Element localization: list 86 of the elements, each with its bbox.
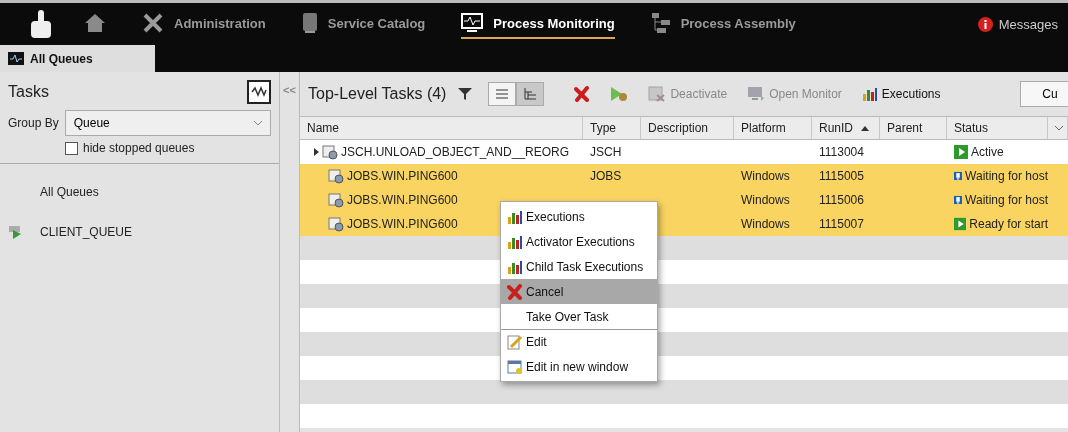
column-header[interactable]: RunID: [812, 117, 880, 139]
menu-item[interactable]: Child Task Executions: [501, 254, 657, 279]
task-name: JOBS.WIN.PING600: [347, 193, 458, 207]
status-text: Active: [971, 145, 1004, 159]
messages-link[interactable]: Messages: [977, 16, 1068, 32]
status-text: Waiting for host: [965, 193, 1048, 207]
menu-item[interactable]: Take Over Task: [501, 304, 657, 329]
bar-chart-icon: [507, 234, 523, 249]
play-icon: [610, 86, 629, 102]
play-icon: [954, 145, 968, 159]
task-name: JSCH.UNLOAD_OBJECT_AND__REORG: [341, 145, 570, 159]
book-icon: [301, 12, 318, 34]
status-text: Ready for start: [969, 217, 1048, 231]
task-name: JOBS.WIN.PING600: [347, 169, 458, 183]
menu-item[interactable]: Edit in new window: [501, 354, 657, 379]
toolbar-button[interactable]: Cu: [1020, 81, 1068, 107]
chart-button[interactable]: [247, 80, 271, 104]
task-icon: [328, 216, 344, 232]
nav-item[interactable]: Service Catalog: [301, 9, 426, 39]
play-icon: [954, 217, 967, 231]
chevron-icon: [253, 120, 262, 126]
menu-item[interactable]: Executions: [501, 204, 657, 229]
tab[interactable]: All Queues: [0, 45, 155, 72]
hierarchy-icon: [650, 12, 671, 34]
host-icon: [954, 193, 963, 207]
caret-right-icon[interactable]: [313, 148, 319, 156]
window-icon: [507, 358, 523, 375]
bar-chart-icon: [861, 87, 878, 101]
toolbar-button[interactable]: Executions: [855, 87, 947, 101]
tree-icon: [524, 88, 537, 100]
type-text: JOBS: [590, 169, 622, 183]
menu-item[interactable]: Activator Executions: [501, 229, 657, 254]
logo-icon: [28, 9, 54, 39]
nav-item[interactable]: Process Monitoring: [461, 9, 615, 39]
column-header[interactable]: Description: [641, 117, 734, 139]
group-by-label: Group By: [8, 116, 59, 130]
nav-item[interactable]: Process Assembly: [650, 9, 796, 39]
chevron-icon[interactable]: [1055, 125, 1063, 131]
close-icon: [507, 283, 523, 300]
view-toggle[interactable]: [488, 82, 517, 106]
column-header[interactable]: Parent: [880, 117, 947, 139]
nav-item[interactable]: Administration: [142, 9, 266, 39]
task-icon: [322, 144, 338, 160]
info-icon: [977, 16, 993, 32]
menu-item[interactable]: Cancel: [501, 279, 657, 304]
view-toggle[interactable]: [516, 82, 545, 106]
menu-item[interactable]: Edit: [501, 329, 657, 354]
bar-chart-icon: [507, 209, 523, 224]
table-row[interactable]: JSCH.UNLOAD_OBJECT_AND__REORG JSCH 1113004 Active: [300, 140, 1068, 164]
runid-text: 1115007: [819, 217, 864, 231]
host-icon: [954, 169, 963, 183]
filter-icon[interactable]: [458, 87, 473, 101]
platform-text: Windows: [741, 169, 790, 183]
column-header[interactable]: Name: [300, 117, 583, 139]
task-icon: [328, 192, 344, 208]
table-row[interactable]: JOBS.WIN.PING600 JOBS Windows 1115005 Waiting for host: [300, 164, 1068, 188]
panel-title: Tasks: [8, 83, 49, 101]
type-text: JSCH: [590, 145, 622, 159]
column-header[interactable]: Type: [583, 117, 641, 139]
wave-icon: [251, 85, 267, 99]
column-header[interactable]: Platform: [734, 117, 812, 139]
monitor-icon: [461, 13, 484, 33]
pencil-icon: [507, 334, 523, 350]
status-text: Waiting for host: [965, 169, 1048, 183]
runid-text: 1113004: [819, 145, 864, 159]
runid-text: 1115006: [819, 193, 864, 207]
task-icon: [328, 168, 344, 184]
deactivate-icon: [648, 86, 667, 102]
monitor-icon: [8, 52, 24, 65]
list-icon: [496, 89, 509, 99]
group-by-select[interactable]: Queue: [64, 110, 271, 136]
task-name: JOBS.WIN.PING600: [347, 217, 458, 231]
sort-icon: [861, 125, 869, 131]
queue-item[interactable]: All Queues: [0, 172, 279, 212]
platform-text: Windows: [741, 217, 790, 231]
hide-stopped-checkbox[interactable]: hide stopped queues: [0, 140, 279, 163]
table-title: Top-Level Tasks (4): [308, 85, 447, 103]
queue-item[interactable]: CLIENT_QUEUE: [0, 212, 279, 252]
runid-text: 1115005: [819, 169, 864, 183]
home-icon: [84, 13, 106, 33]
column-header[interactable]: Status: [947, 117, 1048, 139]
table-row[interactable]: JOBS.WIN.PING600 Windows 1115006 Waiting for host: [300, 188, 1068, 212]
bar-chart-icon: [507, 259, 523, 274]
close-icon: [574, 86, 591, 102]
platform-text: Windows: [741, 193, 790, 207]
monitor-icon: [747, 86, 766, 102]
